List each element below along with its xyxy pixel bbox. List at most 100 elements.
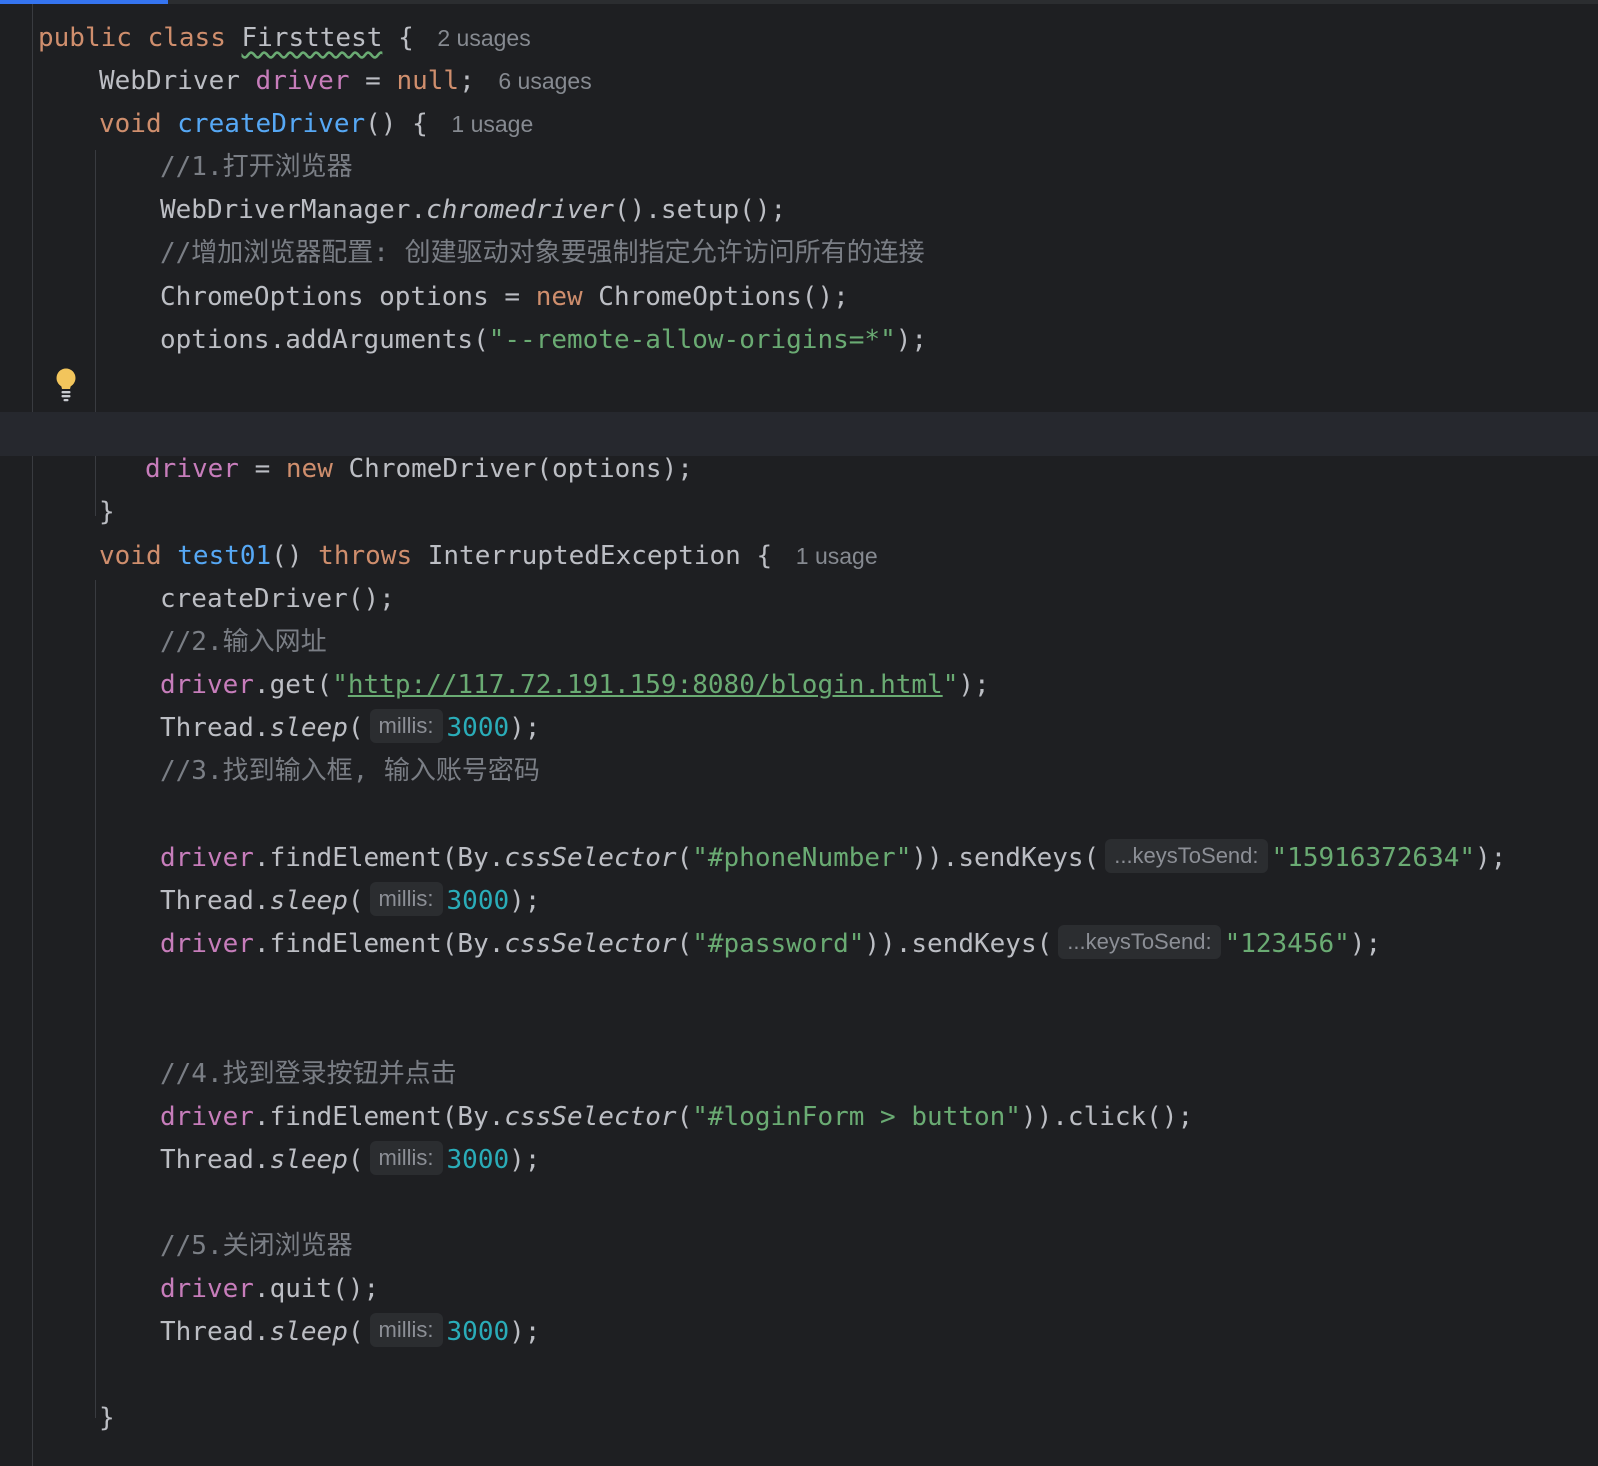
number-literal: 3000	[446, 886, 510, 916]
method-name: test01	[177, 541, 272, 571]
call-rest: ().setup();	[613, 195, 787, 225]
code-line-options-decl[interactable]: ChromeOptions options = new ChromeOption…	[160, 275, 849, 319]
semicolon: ;	[459, 66, 475, 96]
usages-hint[interactable]: 2 usages	[437, 25, 530, 51]
class-ref: Thread.	[160, 1317, 270, 1347]
lightbulb-icon[interactable]	[54, 368, 78, 402]
code-line-sleep[interactable]: Thread.sleep(millis: 3000);	[160, 1138, 540, 1182]
code-line-comment[interactable]: //4.找到登录按钮并点击	[160, 1052, 457, 1096]
null-literal: null	[396, 66, 460, 96]
parameter-hint: ...keysToSend:	[1058, 924, 1221, 959]
class-ref: Thread.	[160, 886, 270, 916]
call-mid: .findElement(By.	[253, 929, 505, 959]
code-line-setup[interactable]: WebDriverManager.chromedriver().setup();	[160, 188, 786, 232]
gutter-divider	[32, 4, 33, 1466]
keyword-void: void	[99, 541, 162, 571]
code-line-sleep[interactable]: Thread.sleep(millis: 3000);	[160, 706, 540, 750]
code-line-create-call[interactable]: createDriver();	[160, 577, 395, 621]
string-literal: "15916372634"	[1271, 843, 1476, 873]
method-name: createDriver	[177, 109, 366, 139]
static-method: cssSelector	[504, 1102, 677, 1132]
paren-close: );	[1349, 929, 1382, 959]
code-line-sleep[interactable]: Thread.sleep(millis: 3000);	[160, 1310, 540, 1354]
static-method: sleep	[269, 1317, 348, 1347]
field-name: driver	[255, 66, 350, 96]
indent-guide	[95, 150, 96, 516]
number-literal: 3000	[446, 713, 510, 743]
keyword-class: class	[147, 23, 226, 53]
keyword-new: new	[285, 454, 333, 484]
code-line-test01-decl[interactable]: void test01() throws InterruptedExceptio…	[99, 534, 878, 578]
class-name[interactable]: Firsttest	[242, 23, 383, 53]
parameter-hint: ...keysToSend:	[1105, 838, 1268, 873]
parameter-hint: millis:	[369, 881, 443, 916]
code-line-close-brace[interactable]: }	[99, 490, 115, 534]
string-literal: "--remote-allow-origins=*"	[488, 325, 896, 355]
code-line-class-decl[interactable]: public class Firsttest { 2 usages	[38, 16, 531, 60]
call-prefix: options.addArguments(	[160, 325, 489, 355]
code-line-comment[interactable]: //5.关闭浏览器	[160, 1224, 353, 1268]
field-ref: driver	[160, 843, 254, 873]
paren-close: );	[509, 886, 541, 916]
static-method: sleep	[269, 713, 348, 743]
code-line-create-driver-decl[interactable]: void createDriver() { 1 usage	[99, 102, 533, 146]
field-ref: driver	[160, 1102, 254, 1132]
code-line-close-brace[interactable]: }	[99, 1396, 115, 1440]
call-rest: .quit();	[253, 1274, 380, 1304]
active-tab-indicator	[0, 0, 168, 4]
code-line-sleep[interactable]: Thread.sleep(millis: 3000);	[160, 879, 540, 923]
quote: "	[332, 670, 348, 700]
field-ref: driver	[160, 1274, 254, 1304]
paren-open: (	[676, 1102, 693, 1132]
code-line-phone-input[interactable]: driver.findElement(By.cssSelector("#phon…	[160, 836, 1506, 880]
class-ref: WebDriverManager.	[160, 195, 427, 225]
static-method: cssSelector	[504, 843, 677, 873]
send-keys-call: )).sendKeys(	[864, 929, 1053, 959]
call-suffix: );	[958, 670, 990, 700]
usages-hint[interactable]: 1 usage	[451, 111, 533, 137]
keyword-public: public	[38, 23, 132, 53]
number-literal: 3000	[446, 1317, 510, 1347]
editor-tab-strip	[0, 0, 1598, 4]
url-link[interactable]: http://117.72.191.159:8080/blogin.html	[348, 670, 943, 700]
code-line-driver-assign[interactable]: driver = new ChromeDriver(options);	[145, 447, 693, 491]
code-line-login-click[interactable]: driver.findElement(By.cssSelector("#logi…	[160, 1095, 1193, 1139]
constructor-call: ChromeDriver(options);	[332, 454, 693, 484]
method-params: () {	[365, 109, 428, 139]
usages-hint[interactable]: 1 usage	[796, 543, 878, 569]
code-line-field[interactable]: WebDriver driver = null; 6 usages	[99, 59, 592, 103]
field-ref: driver	[160, 929, 254, 959]
paren-close: );	[509, 713, 541, 743]
code-line-quit[interactable]: driver.quit();	[160, 1267, 379, 1311]
code-editor[interactable]: public class Firsttest { 2 usages WebDri…	[0, 0, 1598, 1466]
code-line-comment[interactable]: //3.找到输入框, 输入账号密码	[160, 749, 540, 793]
field-type: WebDriver	[99, 66, 240, 96]
parameter-hint: millis:	[369, 1140, 443, 1175]
class-ref: Thread.	[160, 1145, 270, 1175]
usages-hint[interactable]: 6 usages	[498, 68, 591, 94]
indent-guide	[95, 580, 96, 1418]
code-line-comment[interactable]: //2.输入网址	[160, 620, 327, 664]
keyword-new: new	[535, 282, 583, 312]
call-mid: .findElement(By.	[253, 843, 505, 873]
code-line-add-arguments[interactable]: options.addArguments("--remote-allow-ori…	[160, 318, 927, 362]
assign-operator: =	[365, 66, 381, 96]
selector-string: "#phoneNumber"	[692, 843, 912, 873]
static-method: cssSelector	[504, 929, 677, 959]
quote: "	[942, 670, 959, 700]
paren-open: (	[676, 929, 693, 959]
code-line-password-input[interactable]: driver.findElement(By.cssSelector("#pass…	[160, 922, 1381, 966]
click-call: )).click();	[1020, 1102, 1194, 1132]
open-brace: {	[398, 23, 414, 53]
parameter-hint: millis:	[369, 1312, 443, 1347]
paren-close: );	[509, 1317, 541, 1347]
code-line-driver-get[interactable]: driver.get("http://117.72.191.159:8080/b…	[160, 663, 990, 707]
number-literal: 3000	[446, 1145, 510, 1175]
options-lhs: ChromeOptions options =	[160, 282, 536, 312]
code-line-comment[interactable]: //增加浏览器配置: 创建驱动对象要强制指定允许访问所有的连接	[160, 231, 925, 275]
paren-close: );	[1475, 843, 1507, 873]
field-ref: driver	[160, 670, 254, 700]
code-line-comment[interactable]: //1.打开浏览器	[160, 145, 353, 189]
paren-open: (	[347, 886, 364, 916]
static-method: sleep	[269, 886, 348, 916]
